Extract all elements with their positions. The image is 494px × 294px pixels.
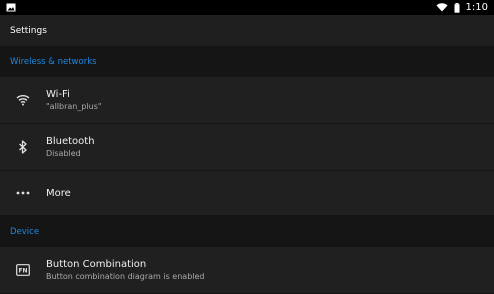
setting-item-wifi[interactable]: Wi-Fi "allbran_plus" bbox=[0, 77, 494, 124]
image-icon bbox=[6, 3, 16, 12]
setting-subtitle: Button combination diagram is enabled bbox=[46, 272, 205, 281]
fn-icon: FN bbox=[0, 264, 46, 276]
setting-subtitle: Disabled bbox=[46, 149, 81, 158]
section-header-wireless: Wireless & networks bbox=[0, 46, 494, 77]
setting-item-button-combination[interactable]: FN Button Combination Button combination… bbox=[0, 247, 494, 294]
section-label: Device bbox=[10, 226, 40, 237]
setting-title: More bbox=[46, 187, 71, 199]
status-time: 1:10 bbox=[465, 2, 488, 13]
setting-item-more[interactable]: More bbox=[0, 171, 494, 216]
section-header-device: Device bbox=[0, 216, 494, 247]
wifi-icon bbox=[0, 94, 46, 106]
setting-title: Wi-Fi bbox=[46, 89, 70, 100]
section-label: Wireless & networks bbox=[10, 56, 97, 67]
setting-item-bluetooth[interactable]: Bluetooth Disabled bbox=[0, 124, 494, 171]
svg-text:FN: FN bbox=[18, 268, 27, 275]
setting-subtitle: "allbran_plus" bbox=[46, 102, 102, 111]
wifi-icon bbox=[436, 3, 448, 12]
more-icon bbox=[0, 191, 46, 195]
setting-title: Bluetooth bbox=[46, 136, 95, 147]
battery-icon bbox=[454, 2, 460, 13]
app-bar: Settings bbox=[0, 15, 494, 46]
status-bar: 1:10 bbox=[0, 0, 494, 15]
bluetooth-icon bbox=[0, 140, 46, 154]
page-title: Settings bbox=[10, 25, 47, 36]
setting-title: Button Combination bbox=[46, 259, 147, 270]
